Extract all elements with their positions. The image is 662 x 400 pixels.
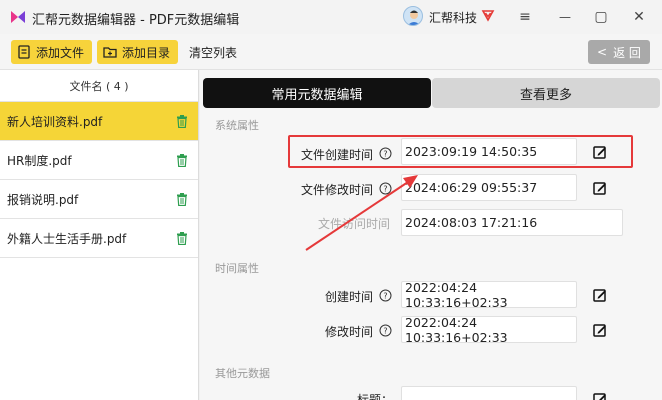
edit-icon[interactable] [593, 323, 607, 337]
edit-icon[interactable] [593, 181, 607, 195]
section-title-system: 系统属性 [215, 119, 259, 132]
file-name: 新人培训资料.pdf [7, 114, 103, 129]
file-accessed-label: 文件访问时间 [318, 217, 391, 231]
back-label: 返 回 [613, 45, 641, 60]
close-button[interactable]: ✕ [630, 8, 648, 26]
tab-common-metadata[interactable]: 常用元数据编辑 [203, 78, 431, 108]
title-label: 标题： [357, 393, 394, 400]
add-folder-label: 添加目录 [122, 45, 171, 60]
app-logo-icon [11, 11, 25, 23]
clear-list-button[interactable]: 清空列表 [189, 44, 237, 61]
metadata-editor-panel: 常用元数据编辑 查看更多 系统属性 文件创建时间 ? 2023:09:19 14… [200, 70, 662, 400]
edit-icon[interactable] [593, 392, 607, 400]
trash-icon[interactable] [176, 115, 188, 128]
file-list-panel: 文件名 ( 4 ) 新人培训资料.pdf HR制度.pdf 报销说明.pdf 外… [0, 70, 199, 400]
user-avatar[interactable] [403, 6, 423, 26]
create-time-field[interactable]: 2022:04:24 10:33:16+02:33 [401, 280, 577, 310]
file-list-header: 文件名 ( 4 ) [0, 70, 198, 102]
trash-icon[interactable] [176, 154, 188, 167]
app-title: 汇帮元数据编辑器 - PDF元数据编辑 [32, 13, 240, 28]
trash-icon[interactable] [176, 232, 188, 245]
file-modified-time-field[interactable]: 2024:06:29 09:55:37 [401, 174, 577, 201]
file-name: 报销说明.pdf [7, 192, 79, 207]
add-file-icon [18, 45, 30, 59]
user-name[interactable]: 汇帮科技 [429, 9, 477, 26]
tab-view-more[interactable]: 查看更多 [432, 78, 660, 108]
modify-time-field[interactable]: 2022:04:24 10:33:16+02:33 [401, 315, 577, 345]
edit-icon[interactable] [593, 288, 607, 302]
create-time-label: 创建时间 [325, 290, 374, 304]
file-list-item[interactable]: HR制度.pdf [0, 141, 198, 180]
title-bar: 汇帮元数据编辑器 - PDF元数据编辑 汇帮科技 ≡ — ▢ ✕ [0, 0, 662, 34]
file-list-item[interactable]: 新人培训资料.pdf [0, 102, 198, 141]
file-list-item[interactable]: 报销说明.pdf [0, 180, 198, 219]
folder-icon [103, 47, 117, 58]
maximize-button[interactable]: ▢ [592, 8, 610, 26]
vip-badge-icon [481, 10, 495, 22]
section-title-time: 时间属性 [215, 262, 259, 275]
help-icon[interactable]: ? [379, 182, 392, 195]
file-modified-label: 文件修改时间 [301, 183, 374, 197]
section-title-other: 其他元数据 [215, 367, 270, 380]
add-file-button[interactable]: 添加文件 [11, 40, 93, 64]
svg-text:?: ? [383, 185, 387, 194]
menu-icon[interactable]: ≡ [516, 8, 534, 26]
svg-text:?: ? [383, 292, 387, 301]
minimize-button[interactable]: — [556, 8, 574, 26]
trash-icon[interactable] [176, 193, 188, 206]
toolbar: 添加文件 添加目录 清空列表 < 返 回 [0, 34, 662, 70]
file-list-item[interactable]: 外籍人士生活手册.pdf [0, 219, 198, 258]
title-field[interactable] [401, 386, 577, 400]
avatar-icon [407, 10, 421, 25]
svg-text:?: ? [383, 327, 387, 336]
file-name: 外籍人士生活手册.pdf [7, 231, 127, 246]
help-icon[interactable]: ? [379, 289, 392, 302]
add-file-label: 添加文件 [36, 45, 85, 60]
highlight-annotation-box [288, 135, 633, 168]
add-folder-button[interactable]: 添加目录 [97, 40, 179, 64]
chevron-left-icon: < [597, 45, 608, 59]
help-icon[interactable]: ? [379, 324, 392, 337]
modify-time-label: 修改时间 [325, 325, 374, 339]
file-accessed-time-field: 2024:08:03 17:21:16 [401, 209, 623, 236]
file-name: HR制度.pdf [7, 153, 72, 168]
back-button[interactable]: < 返 回 [588, 40, 650, 64]
